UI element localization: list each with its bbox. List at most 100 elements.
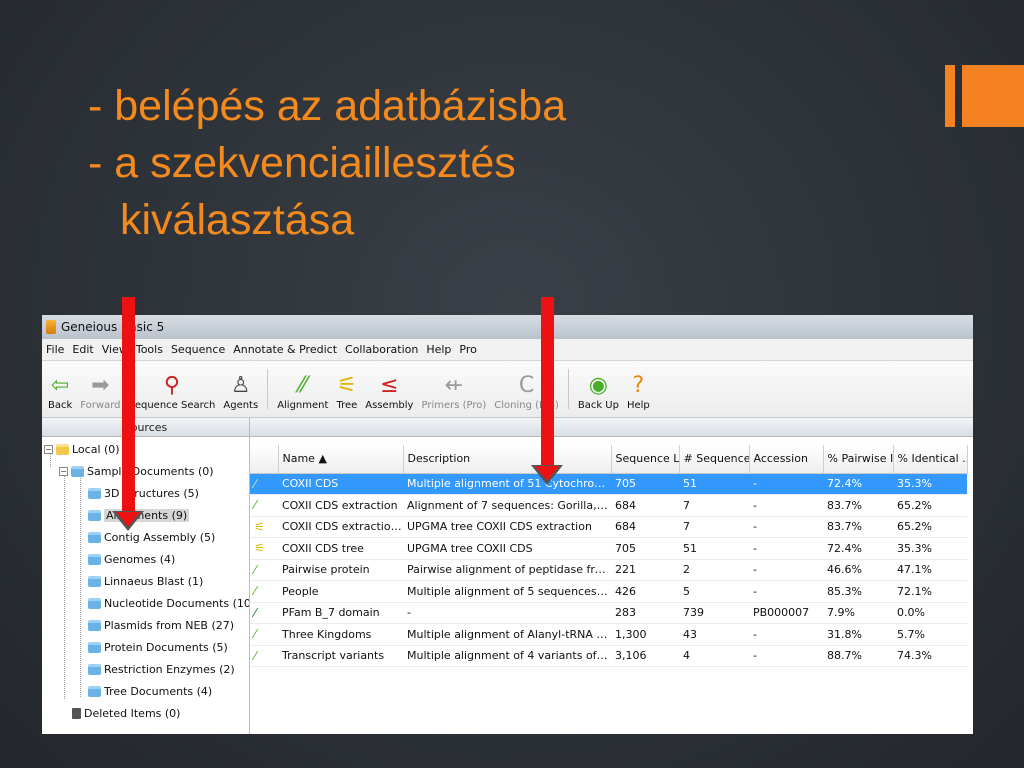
folder-icon <box>71 465 84 477</box>
folder-icon <box>88 619 101 631</box>
back-button[interactable]: ⇦ Back <box>44 363 76 411</box>
cell-sequence-length: 283 <box>611 602 679 624</box>
column-header-sequence-length[interactable]: Sequence Le... <box>611 445 680 474</box>
table-row[interactable]: ⚟ COXII CDS extraction tree UPGMA tree C… <box>250 516 967 538</box>
column-header-description[interactable]: Description <box>403 445 612 474</box>
folder-icon <box>88 509 101 521</box>
tree-item-genomes[interactable]: Genomes (4) <box>88 548 175 570</box>
annotation-arrow-right-shaft <box>541 297 554 467</box>
cell-name: Pairwise protein <box>278 559 403 581</box>
cell-pairwise-identity: 85.3% <box>823 580 893 603</box>
cell-accession: - <box>749 473 823 495</box>
backup-icon: ◉ <box>588 373 608 398</box>
menu-edit[interactable]: Edit <box>68 343 97 356</box>
table-row[interactable]: ⁄ COXII CDS Multiple alignment of 51 Cyt… <box>250 473 967 495</box>
menu-annotate-predict[interactable]: Annotate & Predict <box>229 343 341 356</box>
tree-item-linnaeus-blast[interactable]: Linnaeus Blast (1) <box>88 570 203 592</box>
cell-name: Transcript variants <box>278 645 403 667</box>
tree-item-nucleotide-documents[interactable]: Nucleotide Documents (10) <box>88 592 249 614</box>
alignment-icon: ⁄ <box>254 584 257 599</box>
menu-pro[interactable]: Pro <box>455 343 480 356</box>
cell-pairwise-identity: 88.7% <box>823 645 893 667</box>
column-header-pairwise-identity[interactable]: % Pairwise I... <box>823 445 894 474</box>
cell-num-sequences: 739 <box>679 602 749 624</box>
cell-description: Multiple alignment of 4 variants of MAPK… <box>403 645 611 667</box>
agents-button[interactable]: ♙ Agents <box>219 363 262 411</box>
column-header-icon <box>250 445 279 474</box>
assembly-button[interactable]: ≤ Assembly <box>361 363 417 411</box>
folder-icon <box>88 531 101 543</box>
cell-accession: - <box>749 537 823 560</box>
tree-item-protein-documents[interactable]: Protein Documents (5) <box>88 636 228 658</box>
accent-bar-thick <box>962 65 1024 127</box>
menu-collaboration[interactable]: Collaboration <box>341 343 422 356</box>
tree-item-sample-documents[interactable]: − Sample Documents (0) <box>59 460 214 482</box>
cell-sequence-length: 705 <box>611 473 679 495</box>
menu-sequence[interactable]: Sequence <box>167 343 229 356</box>
cell-sequence-length: 1,300 <box>611 623 679 646</box>
column-header-num-sequences[interactable]: # Sequences <box>679 445 750 474</box>
tree-item-local[interactable]: − Local (0) <box>44 438 120 460</box>
alignment-label: Alignment <box>277 400 329 411</box>
table-row[interactable]: ⁄ Transcript variants Multiple alignment… <box>250 645 967 667</box>
tree-item-plasmids-from-neb[interactable]: Plasmids from NEB (27) <box>88 614 234 636</box>
alignment-icon: ⁄ <box>254 648 257 663</box>
cell-num-sequences: 43 <box>679 623 749 646</box>
toolbar-separator <box>567 369 569 409</box>
tree-icon: ⚟ <box>336 373 357 398</box>
tree-label: Sample Documents (0) <box>87 464 214 478</box>
documents-panel-header <box>250 418 973 437</box>
primers-button[interactable]: ⇷ Primers (Pro) <box>417 363 490 411</box>
table-row[interactable]: ⁄ Pairwise protein Pairwise alignment of… <box>250 559 967 581</box>
cell-num-sequences: 4 <box>679 645 749 667</box>
cell-description: Multiple alignment of Alanyl-tRNA synthe… <box>403 623 611 646</box>
menu-file[interactable]: File <box>42 343 68 356</box>
cell-pairwise-identity: 83.7% <box>823 516 893 538</box>
tree-item-deleted-items[interactable]: Deleted Items (0) <box>72 702 180 724</box>
menu-help[interactable]: Help <box>422 343 455 356</box>
accent-bar-thin <box>945 65 955 127</box>
column-header-identical-sites[interactable]: % Identical ... <box>893 445 968 474</box>
tree-item-tree-documents[interactable]: Tree Documents (4) <box>88 680 212 702</box>
tree-label: Restriction Enzymes (2) <box>104 662 235 676</box>
forward-button[interactable]: ➡ Forward <box>76 363 124 411</box>
collapse-toggle-icon[interactable]: − <box>44 444 53 454</box>
table-header-row: Name ▲ Description Sequence Le... # Sequ… <box>250 445 968 474</box>
column-header-name[interactable]: Name ▲ <box>278 445 404 474</box>
folder-icon <box>88 641 101 653</box>
tree-item-contig-assembly[interactable]: Contig Assembly (5) <box>88 526 215 548</box>
cell-accession: - <box>749 559 823 581</box>
cell-pairwise-identity: 7.9% <box>823 602 893 624</box>
primers-icon: ⇷ <box>444 373 464 398</box>
table-row[interactable]: ⁄ PFam B_7 domain - 283 739 PB000007 7.9… <box>250 602 967 624</box>
cell-name: Three Kingdoms <box>278 623 403 646</box>
tree-label: Linnaeus Blast (1) <box>104 574 204 588</box>
column-header-accession[interactable]: Accession <box>749 445 824 474</box>
folder-icon <box>56 443 69 455</box>
cell-identical-sites: 65.2% <box>893 494 967 517</box>
annotation-arrow-left-head-fill <box>116 512 140 527</box>
tree-item-3d-structures[interactable]: 3D Structures (5) <box>88 482 199 504</box>
agents-label: Agents <box>223 400 259 411</box>
help-button[interactable]: ? Help <box>623 363 654 411</box>
assembly-icon: ≤ <box>380 373 399 398</box>
documents-table: Name ▲ Description Sequence Le... # Sequ… <box>250 445 968 667</box>
cell-name: PFam B_7 domain <box>278 602 403 624</box>
cell-identical-sites: 5.7% <box>893 623 967 646</box>
table-row[interactable]: ⚟ COXII CDS tree UPGMA tree COXII CDS 70… <box>250 537 967 560</box>
tree-item-restriction-enzymes[interactable]: Restriction Enzymes (2) <box>88 658 235 680</box>
annotation-arrow-right-head-fill <box>535 466 559 481</box>
table-row[interactable]: ⁄ People Multiple alignment of 5 sequenc… <box>250 580 967 603</box>
table-row[interactable]: ⁄ COXII CDS extraction Alignment of 7 se… <box>250 494 967 517</box>
table-row[interactable]: ⁄ Three Kingdoms Multiple alignment of A… <box>250 623 967 646</box>
collapse-toggle-icon[interactable]: − <box>59 466 68 476</box>
documents-panel: Name ▲ Description Sequence Le... # Sequ… <box>250 418 973 734</box>
cell-identical-sites: 74.3% <box>893 645 967 667</box>
alignment-button[interactable]: ⁄⁄ Alignment <box>273 363 332 411</box>
sequence-search-button[interactable]: ⚲ Sequence Search <box>125 363 220 411</box>
folder-icon <box>88 685 101 697</box>
menu-tools[interactable]: Tools <box>132 343 167 356</box>
tree-button[interactable]: ⚟ Tree <box>332 363 361 411</box>
back-up-button[interactable]: ◉ Back Up <box>574 363 623 411</box>
cell-identical-sites: 65.2% <box>893 516 967 538</box>
